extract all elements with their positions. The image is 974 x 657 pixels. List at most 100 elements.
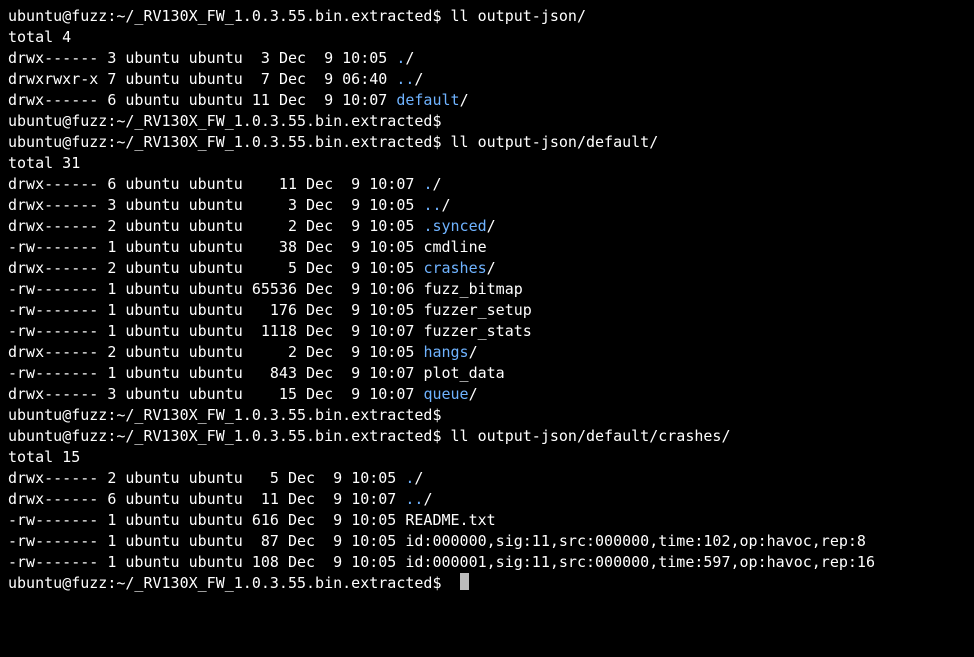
file-owner: ubuntu [125, 217, 179, 235]
file-row: drwx------ 6 ubuntu ubuntu 11 Dec 9 10:0… [8, 489, 966, 510]
file-owner: ubuntu [125, 343, 179, 361]
prompt-host: fuzz [71, 133, 107, 151]
file-size: 3 [252, 49, 270, 67]
file-month: Dec [279, 91, 306, 109]
file-month: Dec [279, 49, 306, 67]
file-time: 10:05 [369, 301, 414, 319]
prompt-path: ~/_RV130X_FW_1.0.3.55.bin.extracted [116, 427, 432, 445]
file-day: 9 [315, 49, 333, 67]
file-group: ubuntu [189, 217, 243, 235]
file-month: Dec [279, 70, 306, 88]
file-group: ubuntu [189, 553, 243, 571]
file-row: -rw------- 1 ubuntu ubuntu 176 Dec 9 10:… [8, 300, 966, 321]
file-time: 10:05 [351, 532, 396, 550]
prompt-line: ubuntu@fuzz:~/_RV130X_FW_1.0.3.55.bin.ex… [8, 573, 966, 594]
file-size: 176 [252, 301, 297, 319]
prompt-user: ubuntu [8, 7, 62, 25]
file-time: 10:05 [342, 49, 387, 67]
prompt-dollar: $ [432, 427, 441, 445]
file-links: 1 [107, 238, 116, 256]
file-links: 2 [107, 217, 116, 235]
file-time: 10:07 [369, 322, 414, 340]
file-day: 9 [342, 175, 360, 193]
file-group: ubuntu [189, 301, 243, 319]
file-links: 2 [107, 259, 116, 277]
file-name: fuzzer_stats [423, 322, 531, 340]
file-time: 10:05 [369, 259, 414, 277]
terminal[interactable]: ubuntu@fuzz:~/_RV130X_FW_1.0.3.55.bin.ex… [0, 0, 974, 600]
prompt-path: ~/_RV130X_FW_1.0.3.55.bin.extracted [116, 112, 432, 130]
file-time: 10:05 [351, 553, 396, 571]
file-row: -rw------- 1 ubuntu ubuntu 87 Dec 9 10:0… [8, 531, 966, 552]
file-owner: ubuntu [125, 196, 179, 214]
file-links: 1 [107, 364, 116, 382]
at-sign: @ [62, 133, 71, 151]
prompt-path: ~/_RV130X_FW_1.0.3.55.bin.extracted [116, 7, 432, 25]
file-name: default [396, 91, 459, 109]
file-time: 10:07 [369, 175, 414, 193]
file-day: 9 [342, 217, 360, 235]
file-group: ubuntu [189, 532, 243, 550]
prompt-line: ubuntu@fuzz:~/_RV130X_FW_1.0.3.55.bin.ex… [8, 111, 966, 132]
file-month: Dec [306, 259, 333, 277]
file-name: fuzz_bitmap [423, 280, 522, 298]
file-links: 6 [107, 91, 116, 109]
file-perm: drwx------ [8, 259, 98, 277]
file-month: Dec [306, 301, 333, 319]
file-time: 10:05 [351, 469, 396, 487]
file-time: 06:40 [342, 70, 387, 88]
prompt-path: ~/_RV130X_FW_1.0.3.55.bin.extracted [116, 133, 432, 151]
file-time: 10:05 [369, 217, 414, 235]
file-row: -rw------- 1 ubuntu ubuntu 1118 Dec 9 10… [8, 321, 966, 342]
file-perm: drwx------ [8, 175, 98, 193]
file-perm: -rw------- [8, 364, 98, 382]
cursor-icon [460, 573, 469, 590]
file-row: drwx------ 2 ubuntu ubuntu 2 Dec 9 10:05… [8, 342, 966, 363]
file-group: ubuntu [189, 70, 243, 88]
prompt-host: fuzz [71, 7, 107, 25]
file-row: drwxrwxr-x 7 ubuntu ubuntu 7 Dec 9 06:40… [8, 69, 966, 90]
file-time: 10:05 [369, 343, 414, 361]
file-size: 87 [252, 532, 279, 550]
file-day: 9 [342, 238, 360, 256]
file-name: .. [423, 196, 441, 214]
file-month: Dec [306, 322, 333, 340]
file-perm: drwx------ [8, 49, 98, 67]
file-time: 10:05 [369, 238, 414, 256]
file-links: 2 [107, 343, 116, 361]
file-group: ubuntu [189, 196, 243, 214]
file-row: -rw------- 1 ubuntu ubuntu 108 Dec 9 10:… [8, 552, 966, 573]
file-name: hangs [423, 343, 468, 361]
file-perm: drwxrwxr-x [8, 70, 98, 88]
file-time: 10:07 [351, 490, 396, 508]
file-month: Dec [306, 364, 333, 382]
file-links: 3 [107, 196, 116, 214]
file-month: Dec [306, 343, 333, 361]
file-day: 9 [315, 91, 333, 109]
file-name: id:000001,sig:11,src:000000,time:597,op:… [405, 553, 875, 571]
prompt-dollar: $ [432, 406, 441, 424]
prompt-line: ubuntu@fuzz:~/_RV130X_FW_1.0.3.55.bin.ex… [8, 6, 966, 27]
file-month: Dec [306, 238, 333, 256]
file-day: 9 [324, 490, 342, 508]
file-time: 10:07 [342, 91, 387, 109]
file-size: 2 [252, 343, 297, 361]
file-row: drwx------ 3 ubuntu ubuntu 15 Dec 9 10:0… [8, 384, 966, 405]
file-links: 2 [107, 469, 116, 487]
file-size: 108 [252, 553, 279, 571]
file-owner: ubuntu [125, 511, 179, 529]
file-perm: -rw------- [8, 280, 98, 298]
file-size: 2 [252, 217, 297, 235]
prompt-dollar: $ [432, 7, 441, 25]
file-time: 10:06 [369, 280, 414, 298]
file-perm: -rw------- [8, 238, 98, 256]
file-links: 1 [107, 301, 116, 319]
file-links: 1 [107, 322, 116, 340]
prompt-user: ubuntu [8, 133, 62, 151]
file-row: drwx------ 2 ubuntu ubuntu 2 Dec 9 10:05… [8, 216, 966, 237]
file-group: ubuntu [189, 511, 243, 529]
file-day: 9 [342, 343, 360, 361]
file-name: queue [423, 385, 468, 403]
file-name: id:000000,sig:11,src:000000,time:102,op:… [405, 532, 866, 550]
file-links: 1 [107, 280, 116, 298]
